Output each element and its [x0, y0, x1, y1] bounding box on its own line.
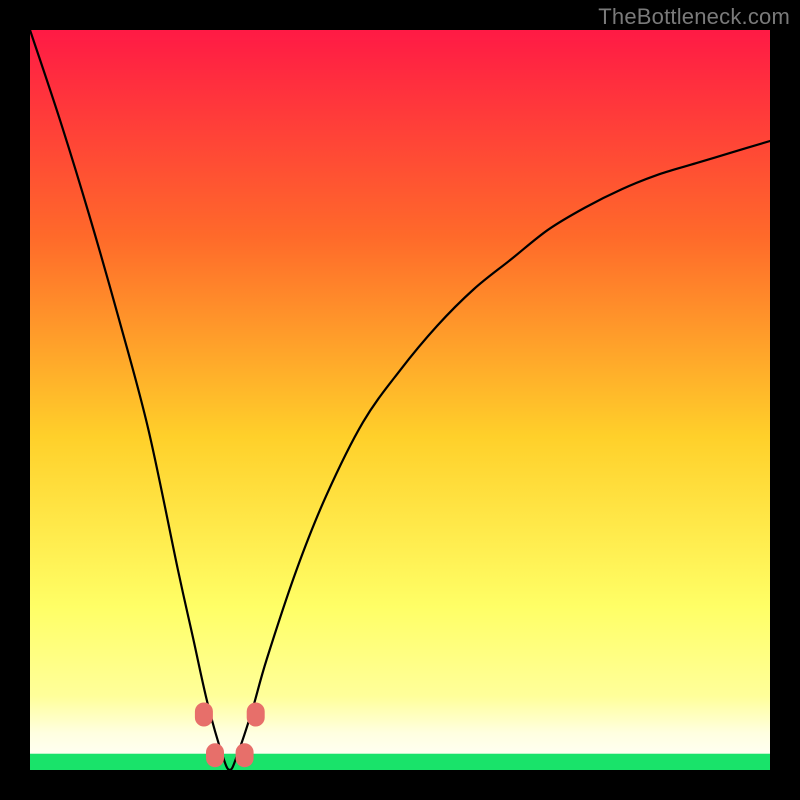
green-optimal-band	[30, 754, 770, 770]
trough-marker	[206, 743, 224, 767]
trough-marker	[247, 703, 265, 727]
trough-marker	[195, 703, 213, 727]
watermark-text: TheBottleneck.com	[598, 4, 790, 30]
trough-marker	[236, 743, 254, 767]
bottleneck-chart	[30, 30, 770, 770]
chart-frame: TheBottleneck.com	[0, 0, 800, 800]
